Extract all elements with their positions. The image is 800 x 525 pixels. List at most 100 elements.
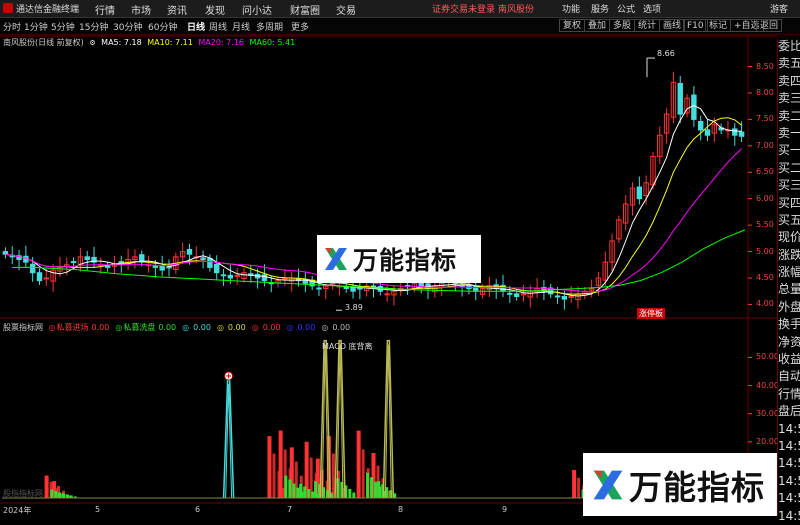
red-bar: [356, 430, 361, 498]
candle-body: [711, 124, 718, 134]
signal-spike: [222, 379, 235, 499]
signal-spike-inner: [336, 344, 344, 499]
fn-tongji[interactable]: 统计: [634, 19, 661, 32]
settings-gear-icon[interactable]: ⚙: [89, 39, 95, 47]
menu-caifuquan[interactable]: 财富圈: [290, 2, 320, 17]
red-bar: [62, 490, 66, 498]
period-daily[interactable]: 日线: [187, 20, 205, 33]
candle-body: [473, 285, 479, 292]
candle-body: [29, 263, 36, 274]
candle-body: [432, 285, 438, 293]
login-notice[interactable]: 证券交易未登录: [432, 2, 495, 15]
candle-body: [193, 256, 199, 259]
stock-tag[interactable]: 南风股份: [498, 2, 534, 15]
period-weekly[interactable]: 周线: [209, 20, 227, 33]
period-60min[interactable]: 60分钟: [148, 20, 177, 33]
candle-body: [391, 290, 397, 296]
brand-logo-icon: [323, 246, 349, 272]
price-tick: 5.50: [756, 220, 774, 230]
green-bar: [352, 492, 356, 498]
fn-biaoji[interactable]: 标记: [705, 19, 732, 32]
fn-fuquan[interactable]: 复权: [559, 19, 586, 32]
green-bar: [73, 496, 77, 498]
green-bar: [377, 481, 381, 498]
period-multi[interactable]: 多周期: [256, 20, 283, 33]
menu-faxian[interactable]: 发现: [205, 2, 225, 17]
orderbook-label: 买四: [778, 195, 800, 210]
candle-body: [152, 265, 159, 268]
red-bar: [341, 488, 345, 498]
candle-body: [220, 274, 227, 277]
user-label[interactable]: 游客: [770, 2, 788, 15]
high-price-label: 8.66: [657, 49, 675, 58]
candle-body: [534, 288, 540, 293]
red-bar: [386, 490, 390, 498]
candle-body: [2, 251, 9, 255]
orderbook-label: 14:5: [778, 491, 800, 506]
period-5min[interactable]: 5分钟: [51, 20, 75, 33]
legend-dot-icon: ◎: [216, 323, 224, 332]
orderbook-label: 收益: [778, 352, 800, 367]
green-bar: [370, 477, 374, 498]
price-tick: 5.00: [756, 246, 774, 256]
indicator-subtitle: 股指指标网: [3, 489, 43, 498]
period-15min[interactable]: 15分钟: [79, 20, 108, 33]
menu-xuanxiang[interactable]: 选项: [643, 2, 661, 15]
candle-body: [139, 254, 145, 263]
period-30min[interactable]: 30分钟: [113, 20, 142, 33]
menu-wenxiaoda[interactable]: 问小达: [242, 2, 272, 17]
macd-divergence-label: MACD 底背离: [322, 342, 373, 351]
indicator-tick: 30.00: [756, 408, 779, 418]
indicator-legend-value: 0.00: [297, 323, 316, 332]
green-bar: [326, 490, 330, 498]
date-tick: 8: [398, 505, 404, 514]
menu-hangqing[interactable]: 行情: [95, 2, 115, 17]
orderbook-label: 委比: [778, 39, 800, 53]
green-bar: [344, 485, 348, 498]
green-bar: [299, 483, 303, 498]
red-bar: [319, 489, 323, 498]
signal-spike-inner: [225, 383, 233, 499]
red-bar: [289, 447, 294, 498]
candle-body: [684, 97, 690, 114]
menu-zixun[interactable]: 资讯: [167, 2, 187, 17]
period-fenshi[interactable]: 分时: [3, 20, 21, 33]
date-tick: 5: [95, 505, 101, 514]
fn-huaxian[interactable]: 画线: [659, 19, 686, 32]
period-1min[interactable]: 1分钟: [24, 20, 48, 33]
candle-body: [411, 282, 418, 289]
green-bar: [66, 495, 70, 498]
candle-body: [118, 261, 125, 264]
red-bar: [67, 495, 71, 498]
candle-body: [132, 256, 138, 260]
fn-duogu[interactable]: 多股: [609, 19, 636, 32]
menu-gongneng[interactable]: 功能: [562, 2, 580, 15]
indicator-tick: 20.00: [756, 436, 779, 446]
green-bar: [393, 493, 397, 498]
period-monthly[interactable]: 月线: [232, 20, 250, 33]
green-bar: [284, 475, 288, 498]
orderbook-label: 14:5: [778, 421, 800, 436]
menu-gongshi[interactable]: 公式: [617, 2, 635, 15]
candle-body: [398, 288, 404, 291]
period-more[interactable]: 更多: [291, 20, 309, 33]
menu-jiaoyi[interactable]: 交易: [336, 2, 356, 17]
candle-body: [493, 284, 499, 290]
fn-diejia[interactable]: 叠加: [584, 19, 611, 32]
indicator-tick: 50.00: [756, 352, 779, 362]
watermark-corner: 万能指标: [583, 453, 800, 516]
candle-body: [309, 279, 315, 287]
green-bar: [61, 493, 65, 498]
fn-f10[interactable]: F10: [683, 19, 708, 32]
price-tick: 4.00: [756, 299, 774, 309]
candle-body: [50, 269, 56, 282]
indicator-name[interactable]: 股票指标网: [3, 323, 43, 332]
red-bar: [304, 489, 308, 498]
indicator-legend-item: ◎ 0.00: [321, 323, 353, 332]
green-bar: [318, 484, 322, 498]
menu-fuwu[interactable]: 服务: [591, 2, 609, 15]
fn-fanhui[interactable]: 返回: [756, 19, 783, 32]
menu-shichang[interactable]: 市场: [131, 2, 151, 17]
candle-body: [159, 265, 165, 271]
candle-body: [234, 274, 240, 277]
